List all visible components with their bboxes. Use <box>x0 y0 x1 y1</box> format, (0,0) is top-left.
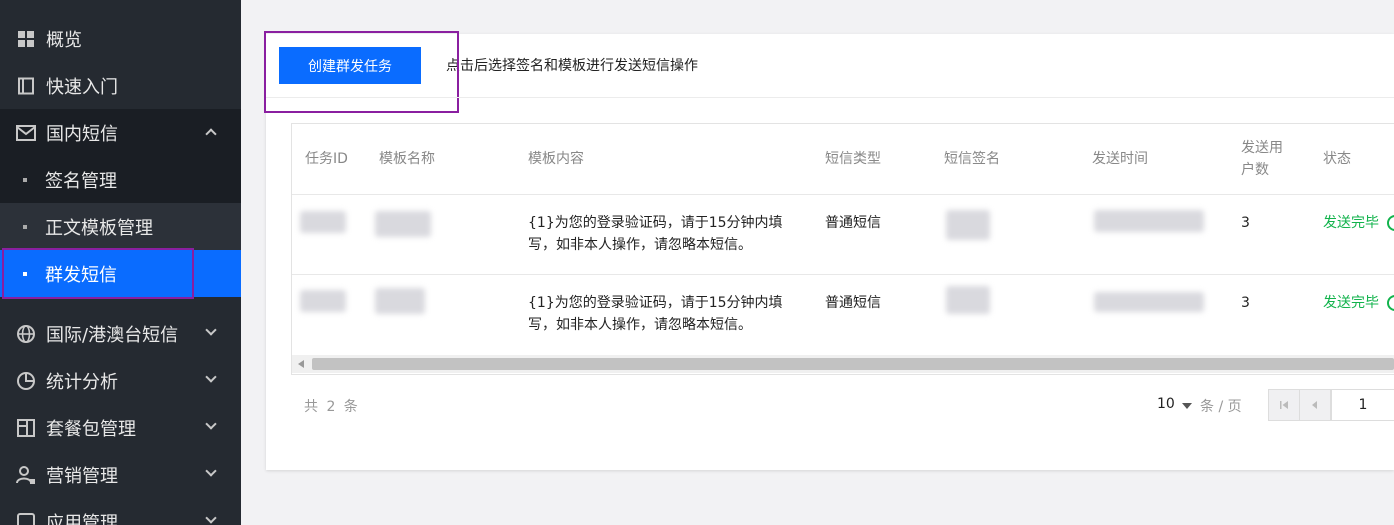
sms-type: 普通短信 <box>825 215 881 231</box>
caret-down-icon[interactable] <box>1182 403 1192 409</box>
first-page-button[interactable] <box>1268 389 1300 421</box>
column-header-users-line: 发送用 <box>1241 140 1283 156</box>
sidebar-item-international-sms[interactable]: 国际/港澳台短信 <box>0 310 241 357</box>
template-content-line: 写，如非本人操作，请忽略本短信。 <box>528 237 752 253</box>
create-hint-text: 点击后选择签名和模板进行发送短信操作 <box>446 58 698 74</box>
first-page-icon <box>1280 401 1288 409</box>
row-divider <box>292 274 1394 275</box>
mail-icon <box>16 123 36 143</box>
sidebar-item-template[interactable]: 正文模板管理 <box>0 203 241 250</box>
sidebar-item-label: 概览 <box>46 29 82 51</box>
column-header-send-time: 发送时间 <box>1092 151 1148 167</box>
users-icon <box>16 465 36 485</box>
status-text: 发送完毕 <box>1323 295 1379 311</box>
sidebar-item-label: 正文模板管理 <box>45 217 153 239</box>
package-icon <box>16 418 36 438</box>
redacted-send-time <box>1094 292 1204 312</box>
grid-icon <box>16 29 36 49</box>
redacted-template-name <box>375 211 431 237</box>
redacted-signature <box>946 210 990 240</box>
pie-chart-icon <box>16 371 36 391</box>
chevron-down-icon <box>205 418 217 430</box>
chevron-down-icon <box>205 465 217 477</box>
redacted-signature <box>946 286 990 314</box>
column-header-sms-type: 短信类型 <box>825 151 881 167</box>
sidebar-item-label: 国际/港澳台短信 <box>46 324 179 346</box>
column-header-template-name: 模板名称 <box>379 151 435 167</box>
divider <box>266 97 1394 98</box>
sidebar: 概览 快速入门 国内短信 签名管理 正文模板管理 群发短信 国际/港澳台短信 统… <box>0 0 241 525</box>
column-header-template-content: 模板内容 <box>528 151 584 167</box>
sidebar-item-signature[interactable]: 签名管理 <box>0 156 241 203</box>
book-icon <box>16 76 36 96</box>
annotation-box <box>264 31 459 113</box>
globe-icon <box>16 324 36 344</box>
scroll-left-icon[interactable] <box>298 360 304 368</box>
sidebar-item-label: 统计分析 <box>46 371 118 393</box>
sidebar-item-label: 套餐包管理 <box>46 418 136 440</box>
annotation-box <box>2 248 194 299</box>
sidebar-item-label: 签名管理 <box>45 170 117 192</box>
template-content: {1}为您的登录验证码，请于15分钟内填 写，如非本人操作，请忽略本短信。 <box>528 212 783 256</box>
status-text: 发送完毕 <box>1323 215 1379 231</box>
user-count: 3 <box>1241 215 1250 231</box>
sidebar-item-statistics[interactable]: 统计分析 <box>0 357 241 404</box>
page-number-input[interactable]: 1 <box>1331 389 1394 421</box>
chevron-down-icon <box>205 512 217 524</box>
redacted-task-id <box>300 211 346 233</box>
template-content: {1}为您的登录验证码，请于15分钟内填 写，如非本人操作，请忽略本短信。 <box>528 292 783 336</box>
sms-type: 普通短信 <box>825 295 881 311</box>
per-page-label: 条 / 页 <box>1200 399 1242 415</box>
column-header-users: 发送用 户数 <box>1241 137 1283 181</box>
template-content-line: {1}为您的登录验证码，请于15分钟内填 <box>528 215 783 231</box>
total-count: 共 2 条 <box>304 399 360 415</box>
chevron-down-icon <box>205 371 217 383</box>
sidebar-item-label: 国内短信 <box>46 123 118 145</box>
sidebar-item-label: 应用管理 <box>46 512 118 525</box>
bullet-icon <box>23 224 27 229</box>
redacted-template-name <box>375 288 425 314</box>
sidebar-item-domestic-sms[interactable]: 国内短信 <box>0 109 241 156</box>
page-size-select[interactable]: 10 <box>1157 396 1175 412</box>
bullet-icon <box>23 177 27 182</box>
scrollbar-thumb[interactable] <box>312 358 1394 370</box>
sidebar-item-label: 快速入门 <box>46 76 118 98</box>
sidebar-item-apps[interactable]: 应用管理 <box>0 498 241 525</box>
column-header-users-line: 户数 <box>1241 162 1269 178</box>
user-count: 3 <box>1241 295 1250 311</box>
sidebar-item-quickstart[interactable]: 快速入门 <box>0 62 241 109</box>
sidebar-item-marketing[interactable]: 营销管理 <box>0 451 241 498</box>
prev-page-button[interactable] <box>1299 389 1331 421</box>
sidebar-item-label: 营销管理 <box>46 465 118 487</box>
redacted-task-id <box>300 290 346 312</box>
column-header-status: 状态 <box>1323 151 1351 167</box>
prev-page-icon <box>1312 401 1317 409</box>
chevron-up-icon <box>205 128 217 140</box>
redacted-send-time <box>1094 210 1204 232</box>
column-header-signature: 短信签名 <box>944 151 1000 167</box>
sidebar-item-packages[interactable]: 套餐包管理 <box>0 404 241 451</box>
template-content-line: 写，如非本人操作，请忽略本短信。 <box>528 317 752 333</box>
chevron-down-icon <box>205 324 217 336</box>
row-divider <box>292 194 1394 195</box>
column-header-task-id: 任务ID <box>305 151 348 167</box>
sidebar-item-overview[interactable]: 概览 <box>0 15 241 62</box>
app-icon <box>16 512 36 525</box>
template-content-line: {1}为您的登录验证码，请于15分钟内填 <box>528 295 783 311</box>
